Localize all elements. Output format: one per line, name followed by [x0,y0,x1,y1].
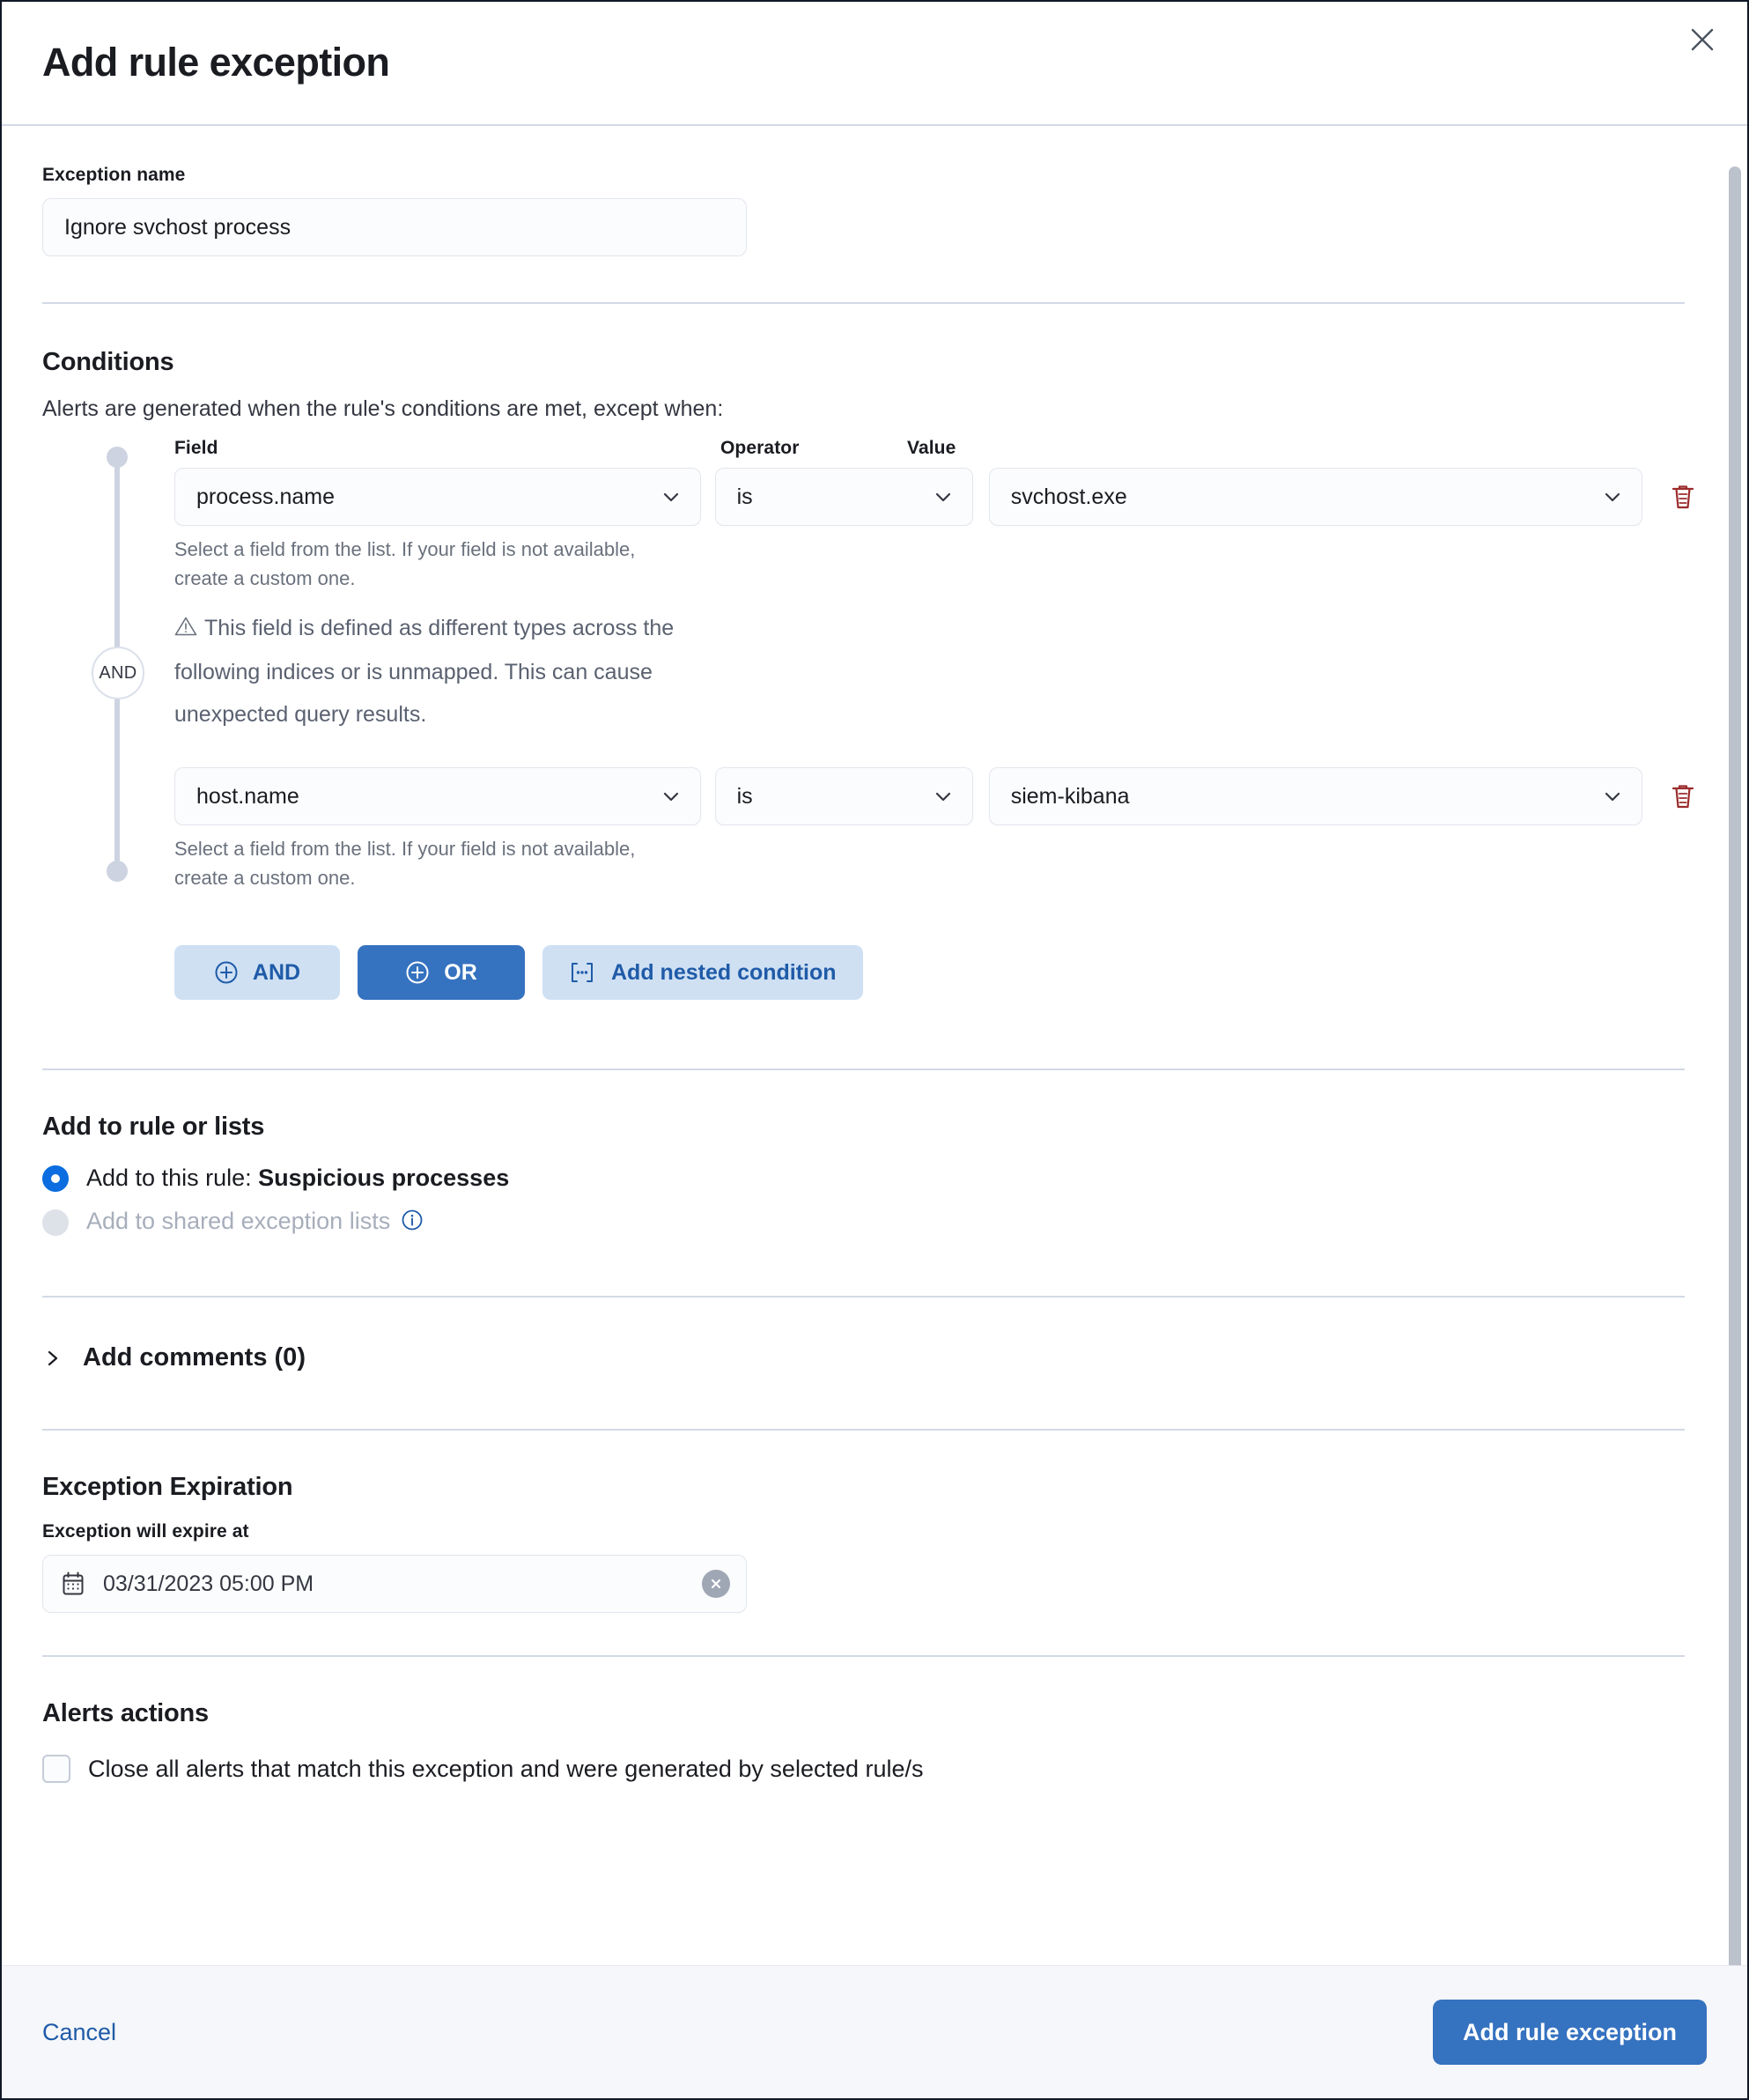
field-select-0-value: process.name [196,484,660,510]
add-to-rule-title: Add to rule or lists [42,1113,1707,1142]
exception-name-input[interactable]: Ignore svchost process [42,198,747,256]
cancel-button[interactable]: Cancel [42,2019,116,2046]
add-and-button[interactable]: AND [174,945,340,1000]
value-select-0[interactable]: svchost.exe [989,468,1642,526]
alerts-actions-section: Alerts actions Close all alerts that mat… [42,1657,1707,1818]
delete-condition-button-0[interactable] [1660,468,1707,526]
radio-shared-lists-text: Add to shared exception lists [86,1208,390,1234]
column-header-operator: Operator [720,438,907,459]
spacer [100,736,1707,767]
field-type-warning-text: This field is defined as different types… [174,616,674,727]
field-type-warning: This field is defined as different types… [100,607,717,736]
spacer [42,256,1707,302]
chevron-down-icon [660,785,683,808]
value-select-1-value: siem-kibana [1011,784,1601,810]
clear-date-icon[interactable] [702,1570,730,1598]
operator-select-0-value: is [737,484,932,510]
radio-shared-lists[interactable] [42,1209,69,1236]
conditions-title: Conditions [42,348,1707,377]
field-help-text-0: Select a field from the list. If your fi… [100,535,682,593]
radio-shared-lists-label: Add to shared exception lists [86,1208,424,1238]
exception-expiration-title: Exception Expiration [42,1473,1707,1502]
exception-name-label: Exception name [42,165,1707,186]
radio-this-rule-name: Suspicious processes [258,1165,509,1191]
vertical-scrollbar[interactable] [1726,126,1745,1965]
operator-select-0[interactable]: is [715,468,973,526]
scrollbar-thumb[interactable] [1729,166,1741,1965]
conditions-description: Alerts are generated when the rule's con… [42,396,1707,422]
nested-brackets-icon [569,960,595,985]
condition-column-headers: Field Operator Value [100,438,1707,459]
logic-buttons: AND OR [42,892,1707,1000]
radio-option-this-rule[interactable]: Add to this rule: Suspicious processes [42,1165,1707,1192]
calendar-icon [61,1571,85,1597]
exception-name-value: Ignore svchost process [64,215,291,240]
close-alerts-checkbox-row[interactable]: Close all alerts that match this excepti… [42,1755,1707,1783]
conditions-section: Conditions Alerts are generated when the… [42,304,1707,1000]
add-rule-exception-modal: Add rule exception Exception name Ignore… [0,0,1749,2100]
add-and-button-label: AND [253,960,300,986]
and-badge: AND [92,647,144,699]
add-comments-label: Add comments (0) [83,1343,306,1372]
field-select-1[interactable]: host.name [174,767,701,825]
chevron-right-icon [42,1346,63,1371]
add-to-rule-section: Add to rule or lists Add to this rule: S… [42,1070,1707,1238]
exception-expiration-section: Exception Expiration Exception will expi… [42,1431,1707,1655]
modal-body: Exception name Ignore svchost process Co… [2,126,1747,1965]
field-select-0[interactable]: process.name [174,468,701,526]
exception-expiration-label: Exception will expire at [42,1521,1707,1542]
add-nested-condition-button[interactable]: Add nested condition [542,945,863,1000]
add-comments-accordion[interactable]: Add comments (0) [42,1298,1707,1429]
chevron-down-icon [932,485,955,508]
radio-this-rule[interactable] [42,1165,69,1192]
chevron-down-icon [932,785,955,808]
operator-select-1-value: is [737,784,932,810]
connector-dot-bottom [107,861,128,882]
close-icon[interactable] [1682,19,1723,60]
connector-dot-top [107,447,128,468]
radio-option-shared-lists[interactable]: Add to shared exception lists [42,1208,1707,1238]
modal-footer: Cancel Add rule exception [2,1965,1747,2098]
warning-icon [174,609,197,651]
page-title: Add rule exception [42,40,389,85]
column-header-value: Value [907,438,1576,459]
chevron-down-icon [1601,485,1624,508]
value-select-0-value: svchost.exe [1011,484,1601,510]
add-nested-condition-label: Add nested condition [611,960,837,986]
radio-this-rule-label: Add to this rule: Suspicious processes [86,1165,509,1192]
plus-circle-icon [405,960,430,985]
radio-this-rule-prefix: Add to this rule: [86,1165,258,1191]
close-alerts-checkbox[interactable] [42,1755,70,1783]
expiration-date-input[interactable]: 03/31/2023 05:00 PM [42,1555,747,1613]
operator-select-1[interactable]: is [715,767,973,825]
alerts-actions-title: Alerts actions [42,1699,1707,1728]
info-icon[interactable] [401,1209,424,1238]
chevron-down-icon [1601,785,1624,808]
spacer [42,1253,1707,1296]
value-select-1[interactable]: siem-kibana [989,767,1642,825]
add-or-button[interactable]: OR [358,945,525,1000]
column-header-field: Field [174,438,720,459]
add-rule-exception-button[interactable]: Add rule exception [1433,2000,1707,2065]
condition-row: host.name is siem-kibana [100,767,1707,825]
expiration-date-value: 03/31/2023 05:00 PM [103,1571,702,1597]
condition-builder: AND Field Operator Value process.name [42,438,1707,892]
condition-row: process.name is svchost.ex [100,468,1707,526]
close-alerts-checkbox-label: Close all alerts that match this excepti… [88,1756,924,1783]
field-select-1-value: host.name [196,784,660,810]
exception-name-block: Exception name Ignore svchost process [42,126,1707,256]
field-help-text-1: Select a field from the list. If your fi… [100,834,682,892]
chevron-down-icon [660,485,683,508]
add-or-button-label: OR [444,960,477,986]
delete-condition-button-1[interactable] [1660,767,1707,825]
spacer [42,1000,1707,1068]
modal-header: Add rule exception [2,2,1747,126]
plus-circle-icon [214,960,239,985]
